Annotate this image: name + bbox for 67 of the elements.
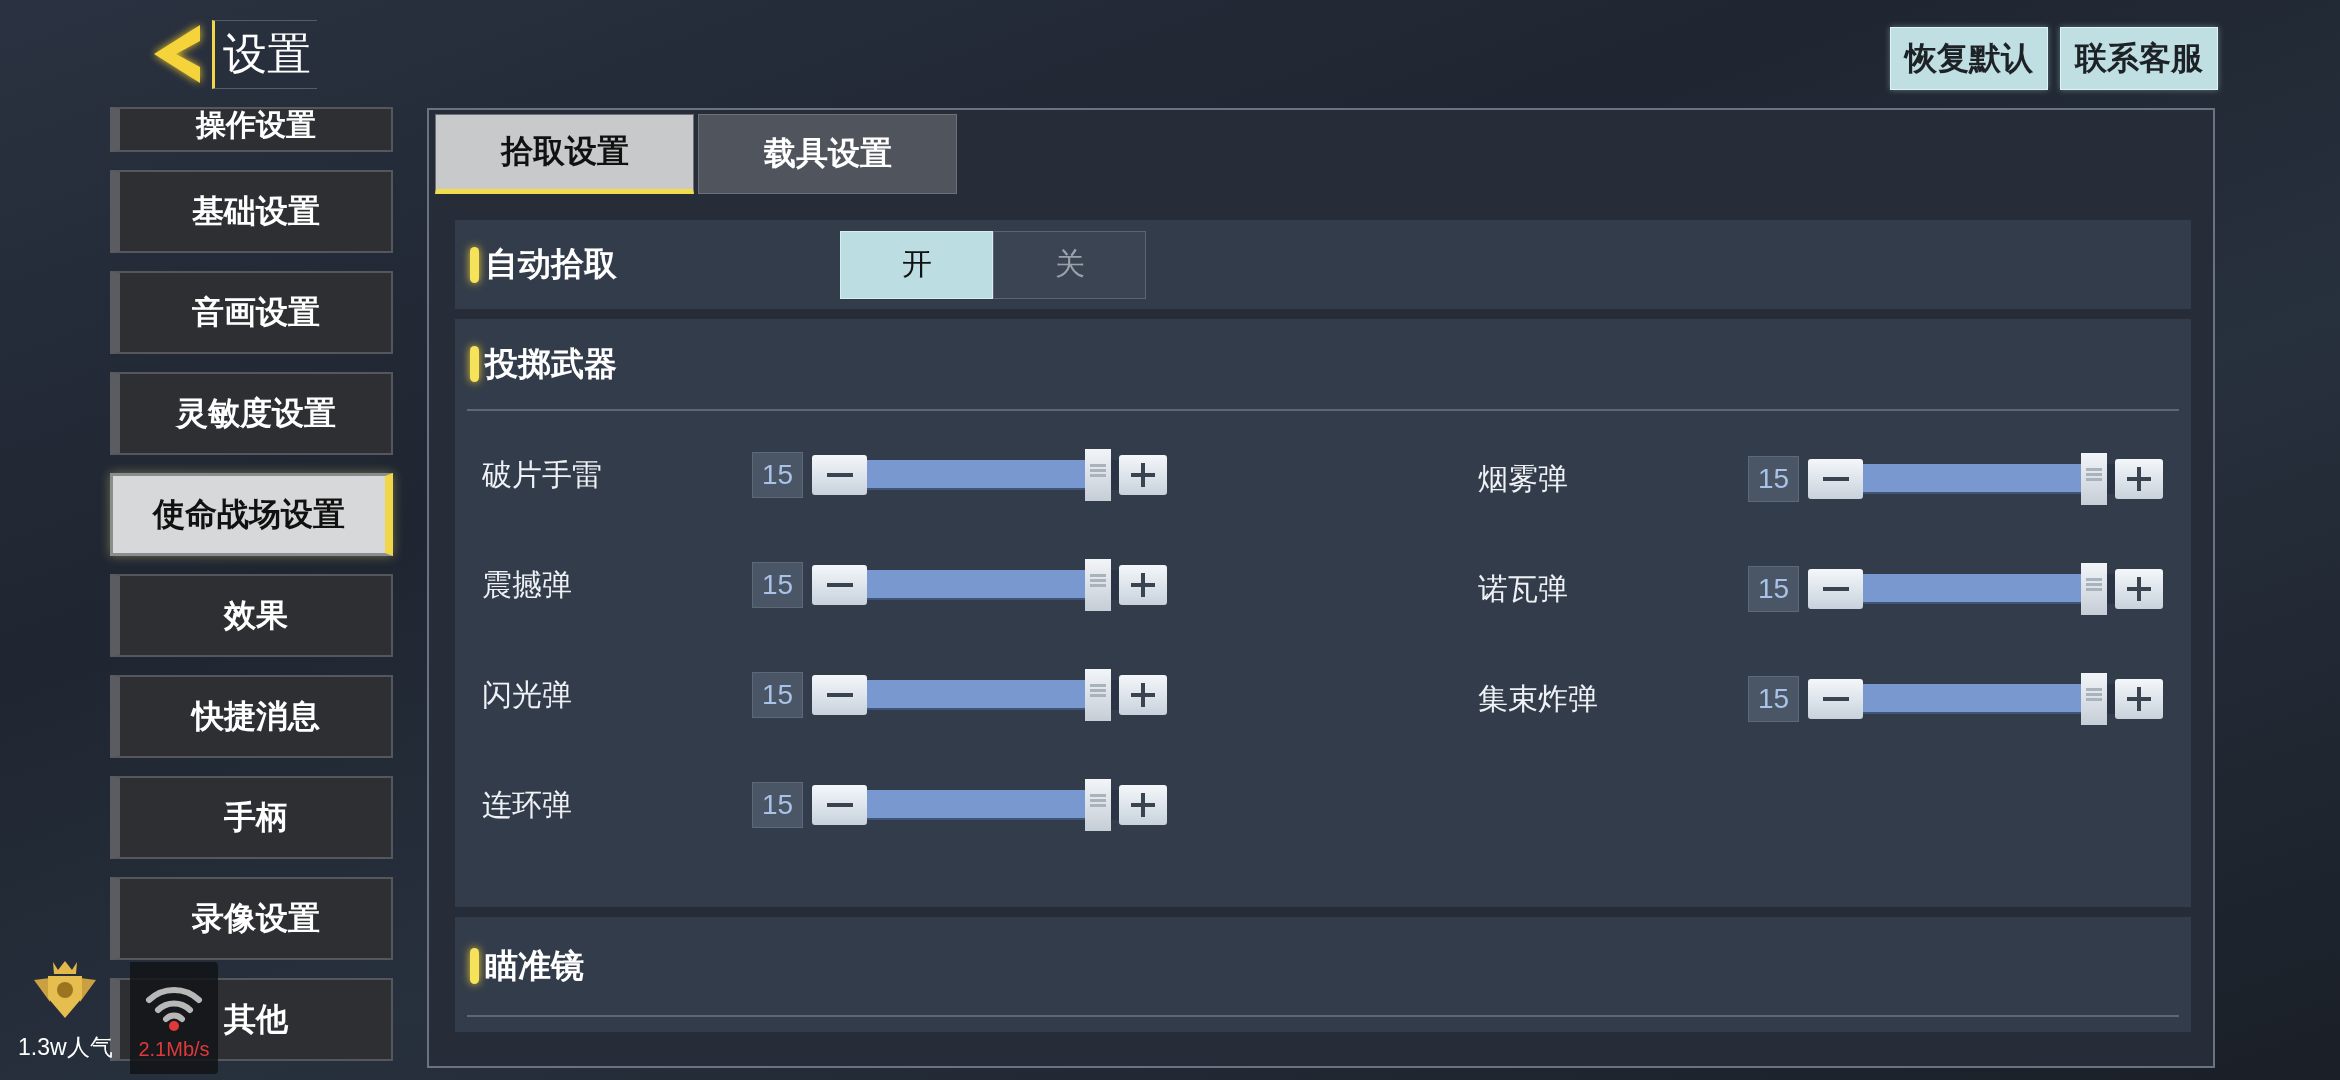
plus-button[interactable] (1119, 565, 1167, 605)
sidebar-item[interactable]: 手柄 (110, 776, 393, 859)
sidebar-item[interactable]: 灵敏度设置 (110, 372, 393, 455)
plus-button[interactable] (1119, 455, 1167, 495)
section-marker (470, 246, 479, 283)
plus-button[interactable] (2115, 569, 2163, 609)
slider-label: 破片手雷 (482, 456, 603, 493)
section-marker (470, 346, 479, 382)
minus-icon (1822, 477, 1849, 481)
toggle-option[interactable]: 开 (840, 230, 993, 299)
section-title: 瞄准镜 (485, 945, 585, 986)
value-readout: 15 (1748, 456, 1799, 502)
minus-icon (1822, 587, 1849, 591)
value-readout: 15 (752, 562, 803, 608)
plus-button[interactable] (2115, 679, 2163, 719)
toggle-option[interactable]: 关 (993, 230, 1146, 299)
minus-icon (826, 693, 853, 697)
plus-button[interactable] (1119, 785, 1167, 825)
plus-icon (1131, 683, 1155, 707)
slider-label: 诺瓦弹 (1478, 570, 1569, 607)
sidebar-item[interactable]: 基础设置 (110, 170, 393, 253)
top-button[interactable]: 恢复默认 (1890, 27, 2048, 90)
slider-label: 连环弹 (482, 786, 573, 823)
value-readout: 15 (752, 782, 803, 828)
minus-icon (826, 583, 853, 587)
minus-button[interactable] (812, 565, 867, 605)
network-speed: 2.1Mb/s (138, 1038, 210, 1061)
value-readout: 15 (752, 452, 803, 498)
sidebar-item[interactable]: 快捷消息 (110, 675, 393, 758)
sidebar-item[interactable]: 效果 (110, 574, 393, 657)
minus-icon (826, 473, 853, 477)
minus-button[interactable] (1808, 569, 1863, 609)
slider-label: 闪光弹 (482, 676, 573, 713)
tab[interactable]: 载具设置 (698, 114, 957, 194)
plus-button[interactable] (1119, 675, 1167, 715)
minus-button[interactable] (1808, 679, 1863, 719)
sidebar-item[interactable]: 音画设置 (110, 271, 393, 354)
plus-icon (2127, 687, 2151, 711)
slider-label: 集束炸弹 (1478, 680, 1599, 717)
top-button[interactable]: 联系客服 (2060, 27, 2218, 90)
minus-icon (1822, 697, 1849, 701)
minus-icon (826, 803, 853, 807)
value-readout: 15 (752, 672, 803, 718)
minus-button[interactable] (812, 675, 867, 715)
page-title: 设置 (212, 19, 317, 89)
minus-button[interactable] (812, 785, 867, 825)
value-readout: 15 (1748, 566, 1799, 612)
wifi-icon (145, 984, 203, 1032)
plus-icon (2127, 467, 2151, 491)
plus-button[interactable] (2115, 459, 2163, 499)
tab[interactable]: 拾取设置 (435, 114, 694, 194)
slider-label: 震撼弹 (482, 566, 573, 603)
plus-icon (1131, 463, 1155, 487)
minus-button[interactable] (812, 455, 867, 495)
plus-icon (1131, 573, 1155, 597)
section-marker (470, 948, 479, 984)
plus-icon (1131, 793, 1155, 817)
value-readout: 15 (1748, 676, 1799, 722)
minus-button[interactable] (1808, 459, 1863, 499)
popularity-count: 1.3w人气 (18, 1033, 113, 1062)
section-title: 自动拾取 (485, 244, 618, 284)
sidebar-item[interactable]: 操作设置 (110, 107, 393, 152)
sidebar-item[interactable]: 使命战场设置 (110, 473, 393, 556)
section-title: 投掷武器 (485, 343, 618, 384)
plus-icon (2127, 577, 2151, 601)
sidebar-item[interactable]: 录像设置 (110, 877, 393, 960)
slider-label: 烟雾弹 (1478, 460, 1569, 497)
